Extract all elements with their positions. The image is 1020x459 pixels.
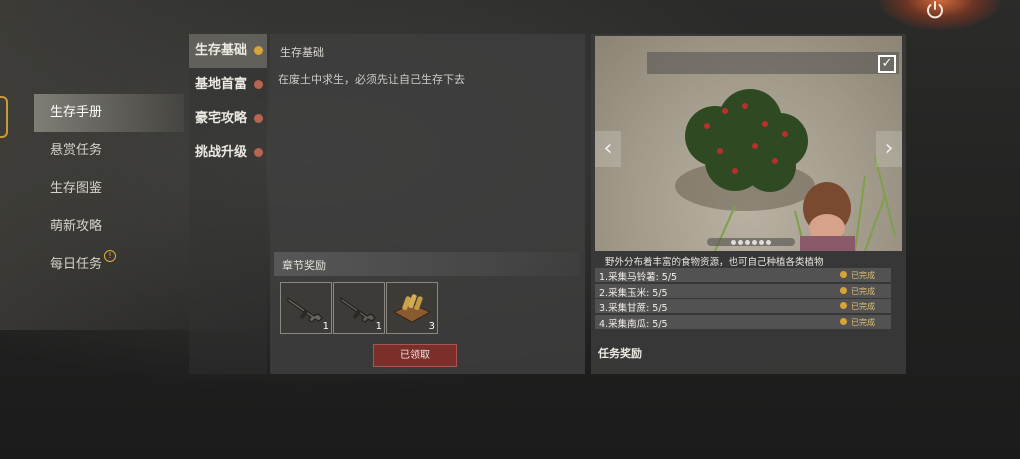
chapter-reward-header: 章节奖励 [274,252,580,276]
chapter-content-panel: 生存基础 在废土中求生，必须先让自己生存下去 章节奖励 1 1 3 已领取 [270,34,585,374]
task-status: 已完成 [851,287,875,296]
nav-item-label: 每日任务 [50,257,103,272]
scene-overlay-bar [647,52,899,74]
completed-icon [840,287,847,294]
task-label: 1.采集马铃薯: 5/5 [599,272,678,283]
reward-quantity: 1 [375,321,382,332]
nav-item-label: 悬赏任务 [50,143,103,158]
scene-preview-image: ✓ ‹ › [595,36,902,251]
progress-dot-icon [254,80,263,89]
sub-tab-label: 基地首富 [195,77,248,92]
reward-slot[interactable]: 1 [333,282,385,334]
rifle-icon [287,297,323,323]
completed-icon [840,271,847,278]
nav-item-bounty-tasks[interactable]: 悬赏任务 [34,132,184,170]
page-dot[interactable] [738,239,743,245]
scene-description: 野外分布着丰富的食物资源，也可自己种植各类植物 [605,257,824,268]
nav-item-daily-tasks[interactable]: 每日任务 ! [34,246,184,284]
sub-tab-mansion-guide[interactable]: 豪宅攻略 [189,102,267,136]
reward-slot[interactable]: 1 [280,282,332,334]
task-row: 4.采集南瓜: 5/5 已完成 [595,315,891,330]
nav-item-label: 生存手册 [50,105,103,120]
chapter-description: 在废土中求生，必须先让自己生存下去 [278,73,465,86]
sub-tab-label: 生存基础 [195,43,248,58]
sub-tab-label: 豪宅攻略 [195,111,248,126]
nav-item-newbie-guide[interactable]: 萌新攻略 [34,208,184,246]
page-indicator [707,238,795,246]
sub-tab-base-tycoon[interactable]: 基地首富 [189,68,267,102]
page-dot[interactable] [766,239,771,245]
next-arrow-button[interactable]: › [876,131,902,167]
task-row: 2.采集玉米: 5/5 已完成 [595,284,891,299]
left-panel-tab-accent [0,96,8,138]
page-dot[interactable] [759,239,764,245]
claimed-button[interactable]: 已领取 [373,344,457,367]
task-label: 3.采集甘蔗: 5/5 [599,303,668,314]
task-status: 已完成 [851,318,875,327]
nav-item-label: 生存图鉴 [50,181,103,196]
task-label: 4.采集南瓜: 5/5 [599,319,668,330]
main-nav: 生存手册 悬赏任务 生存图鉴 萌新攻略 每日任务 ! [34,94,184,284]
ammo-crate-icon [392,294,432,323]
page-dot[interactable] [752,239,757,245]
completed-icon [840,302,847,309]
chevron-left-icon: ‹ [603,136,613,161]
task-row: 3.采集甘蔗: 5/5 已完成 [595,299,891,314]
progress-dot-icon [254,114,263,123]
task-label: 2.采集玉米: 5/5 [599,288,668,299]
task-row: 1.采集马铃薯: 5/5 已完成 [595,268,891,283]
nav-item-survival-manual[interactable]: 生存手册 [34,94,184,132]
sub-tab-challenge-upgrade[interactable]: 挑战升级 [189,136,267,170]
progress-dot-icon [254,148,263,157]
task-status: 已完成 [851,302,875,311]
task-reward-label: 任务奖励 [598,347,642,360]
rifle-icon [340,297,376,323]
task-preview-panel: ✓ ‹ › 野外分布着丰富的食物资源，也可自己种植各类植物 1.采集马铃薯: 5… [591,34,906,374]
prev-arrow-button[interactable]: ‹ [595,131,621,167]
completed-icon [840,318,847,325]
nav-item-label: 萌新攻略 [50,219,103,234]
chevron-right-icon: › [884,136,894,161]
task-status: 已完成 [851,271,875,280]
chapter-reward-label: 章节奖励 [282,259,326,272]
page-dot[interactable] [731,239,736,245]
checkbox[interactable]: ✓ [878,55,896,73]
reward-quantity: 1 [322,321,329,332]
alert-icon: ! [104,250,116,262]
nav-item-survival-codex[interactable]: 生存图鉴 [34,170,184,208]
completed-icon [254,46,263,55]
sub-nav: 生存基础 基地首富 豪宅攻略 挑战升级 [189,34,267,374]
sub-tab-survival-basics[interactable]: 生存基础 [189,34,267,68]
reward-quantity: 3 [428,321,435,332]
sub-tab-label: 挑战升级 [195,145,248,160]
power-button[interactable] [922,0,948,22]
page-dot[interactable] [745,239,750,245]
reward-slot[interactable]: 3 [386,282,438,334]
power-icon [927,1,943,19]
chapter-title: 生存基础 [280,46,324,59]
